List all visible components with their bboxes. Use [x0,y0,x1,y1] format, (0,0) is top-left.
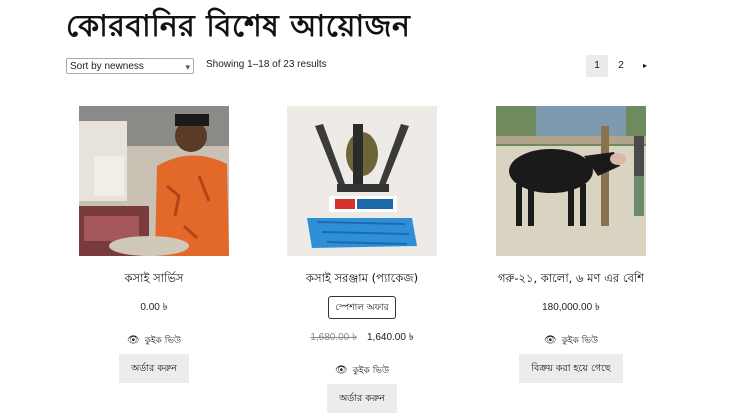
product-price: 0.00 ৳ [140,302,168,313]
pagination: 1 2 ▸ [584,55,656,77]
page-2-button[interactable]: 2 [610,55,632,77]
quick-view-label: কুইক ভিউ [561,336,598,346]
quick-view-link[interactable]: 👁 কুইক ভিউ [256,363,468,378]
chevron-down-icon: ▾ [185,62,190,72]
result-count: Showing 1–18 of 23 results [206,59,327,70]
eye-icon: 👁 [126,335,140,346]
sold-out-button[interactable]: বিক্রয় করা হয়ে গেছে [519,354,623,383]
product-name[interactable]: কসাই সরঞ্জাম (প্যাকেজ) [256,270,468,289]
order-button[interactable]: অর্ডার করুন [327,384,397,413]
next-page-icon[interactable]: ▸ [634,55,656,77]
quick-view-label: কুইক ভিউ [144,336,181,346]
quick-view-link[interactable]: 👁 কুইক ভিউ [48,333,260,348]
page-title: কোরবানির বিশেষ আয়োজন [66,9,411,44]
product-price: 180,000.00 ৳ [542,302,600,313]
sort-selected-label: Sort by newness [70,61,144,72]
eye-icon: 👁 [334,365,348,376]
sale-price: 1,640.00 ৳ [367,332,414,343]
cow-photo [496,106,646,256]
old-price: 1,680.00 ৳ [310,332,357,343]
order-button[interactable]: অর্ডার করুন [119,354,189,383]
sort-select[interactable]: Sort by newness ▾ [66,58,194,74]
butcher-photo [79,106,229,256]
product-image-butcher[interactable] [79,106,229,256]
sale-badge: স্পেশাল অফার [328,296,396,319]
product-name[interactable]: কসাই সার্ভিস [48,270,260,289]
product-card: কসাই সরঞ্জাম (প্যাকেজ) স্পেশাল অফার 1,68… [256,106,468,413]
product-card: গরু-২১, কালো, ৬ মণ এর বেশি 180,000.00 ৳ … [465,106,677,383]
quick-view-label: কুইক ভিউ [352,366,389,376]
page-1-button[interactable]: 1 [586,55,608,77]
eye-icon: 👁 [543,335,557,346]
product-name[interactable]: গরু-২১, কালো, ৬ মণ এর বেশি [465,270,677,289]
product-price: 1,680.00 ৳ 1,640.00 ৳ [256,330,468,347]
product-card: কসাই সার্ভিস 0.00 ৳ 👁 কুইক ভিউ অর্ডার কর… [48,106,260,383]
product-image-cow[interactable] [496,106,646,256]
product-image-tools[interactable] [287,106,437,256]
butcher-tools-photo [287,106,437,256]
quick-view-link[interactable]: 👁 কুইক ভিউ [465,333,677,348]
